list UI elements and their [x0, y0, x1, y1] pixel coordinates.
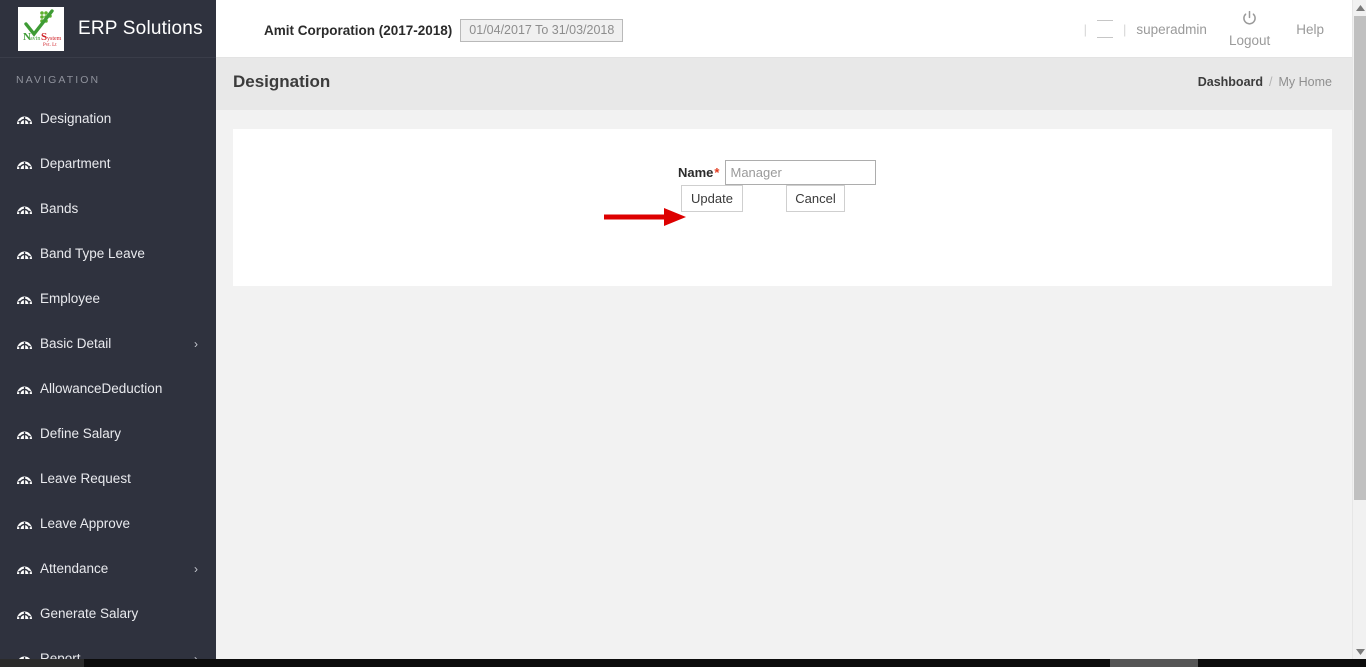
- breadcrumb-separator: /: [1269, 75, 1272, 89]
- dashboard-icon: [16, 426, 38, 442]
- company-block: Amit Corporation (2017-2018) 01/04/2017 …: [264, 19, 623, 42]
- sidebar-item-department[interactable]: Department: [0, 141, 216, 186]
- separator-left: |: [1084, 22, 1087, 37]
- logout-button[interactable]: Logout: [1229, 10, 1270, 48]
- svg-text:avin: avin: [30, 36, 40, 42]
- horizontal-scrollbar[interactable]: [0, 659, 1366, 667]
- svg-text:Pvt. Lt: Pvt. Lt: [43, 43, 57, 48]
- sidebar-item-attendance[interactable]: Attendance ›: [0, 546, 216, 591]
- sidebar-item-label: Band Type Leave: [40, 246, 145, 261]
- dashboard-icon: [16, 246, 38, 262]
- scroll-down-arrow-icon[interactable]: [1353, 644, 1366, 659]
- dashboard-icon: [16, 336, 38, 352]
- topbar: Amit Corporation (2017-2018) 01/04/2017 …: [216, 0, 1352, 58]
- horizontal-scrollbar-thumb-secondary[interactable]: [1110, 659, 1198, 667]
- topbar-user-area: | | superadmin Logout Help: [1082, 0, 1324, 58]
- sidebar-item-label: Define Salary: [40, 426, 121, 441]
- dashboard-icon: [16, 201, 38, 217]
- dashboard-icon: [16, 291, 38, 307]
- breadcrumb: Dashboard / My Home: [1198, 75, 1332, 89]
- sidebar-item-allowancededuction[interactable]: AllowanceDeduction: [0, 366, 216, 411]
- sidebar-item-label: Designation: [40, 111, 111, 126]
- page-header: Designation Dashboard / My Home: [216, 58, 1352, 110]
- sidebar-item-label: Report: [40, 651, 81, 659]
- sidebar: N avin S ystem Pvt. Lt ERP Solutions NAV…: [0, 0, 216, 659]
- horizontal-scrollbar-thumb[interactable]: [0, 659, 84, 667]
- sidebar-item-label: Generate Salary: [40, 606, 138, 621]
- sidebar-item-label: Employee: [40, 291, 100, 306]
- sidebar-item-label: Department: [40, 156, 111, 171]
- dashboard-icon: [16, 516, 38, 532]
- sidebar-item-generate-salary[interactable]: Generate Salary: [0, 591, 216, 636]
- sidebar-item-report[interactable]: Report›: [0, 636, 216, 659]
- breadcrumb-dashboard[interactable]: Dashboard: [1198, 75, 1263, 89]
- content-area: Name * Update Cancel: [216, 110, 1352, 659]
- company-logo-image: N avin S ystem Pvt. Lt: [18, 7, 64, 51]
- name-label: Name: [678, 165, 713, 180]
- sidebar-item-designation[interactable]: Designation: [0, 96, 216, 141]
- svg-text:ystem: ystem: [47, 36, 62, 42]
- designation-form-panel: Name * Update Cancel: [233, 129, 1332, 286]
- sidebar-item-label: Bands: [40, 201, 78, 216]
- sidebar-item-define-salary[interactable]: Define Salary: [0, 411, 216, 456]
- sidebar-menu: Designation Department Bands Band Type L…: [0, 96, 216, 659]
- financial-year-badge[interactable]: 01/04/2017 To 31/03/2018: [460, 19, 623, 42]
- sidebar-item-band-type-leave[interactable]: Band Type Leave: [0, 231, 216, 276]
- sidebar-item-leave-approve[interactable]: Leave Approve: [0, 501, 216, 546]
- name-field-row: Name *: [678, 160, 876, 185]
- dashboard-icon: [16, 381, 38, 397]
- company-name: Amit Corporation (2017-2018): [264, 23, 452, 38]
- dashboard-icon: [16, 111, 38, 127]
- help-link[interactable]: Help: [1296, 22, 1324, 37]
- brand-header[interactable]: N avin S ystem Pvt. Lt ERP Solutions: [0, 0, 216, 58]
- sidebar-item-bands[interactable]: Bands: [0, 186, 216, 231]
- dashboard-icon: [16, 651, 38, 660]
- vertical-scrollbar-thumb[interactable]: [1354, 16, 1366, 500]
- dashboard-icon: [16, 561, 38, 577]
- chevron-right-icon[interactable]: ›: [194, 338, 198, 350]
- cancel-button[interactable]: Cancel: [786, 185, 845, 212]
- vertical-scrollbar[interactable]: [1352, 0, 1366, 659]
- separator-right: |: [1123, 22, 1126, 37]
- power-icon: [1241, 10, 1258, 32]
- dashboard-icon: [16, 156, 38, 172]
- username-label[interactable]: superadmin: [1136, 22, 1207, 37]
- sidebar-item-leave-request[interactable]: Leave Request: [0, 456, 216, 501]
- dashboard-icon: [16, 606, 38, 622]
- dashboard-icon: [16, 471, 38, 487]
- brand-title: ERP Solutions: [78, 18, 203, 40]
- name-input[interactable]: [725, 160, 876, 185]
- chevron-right-icon[interactable]: ›: [194, 563, 198, 575]
- sidebar-item-basic-detail[interactable]: Basic Detail ›: [0, 321, 216, 366]
- sidebar-item-label: Basic Detail: [40, 336, 111, 351]
- sidebar-item-label: AllowanceDeduction: [40, 381, 162, 396]
- erp-application-window: N avin S ystem Pvt. Lt ERP Solutions NAV…: [0, 0, 1366, 667]
- sidebar-item-label: Attendance: [40, 561, 108, 576]
- red-arrow-annotation-icon: [602, 204, 688, 235]
- update-button[interactable]: Update: [681, 185, 743, 212]
- logout-label: Logout: [1229, 33, 1270, 48]
- form-buttons-row: Update Cancel: [681, 185, 845, 212]
- required-asterisk: *: [714, 165, 719, 180]
- breadcrumb-current: My Home: [1279, 75, 1332, 89]
- broken-image-icon: [1093, 17, 1117, 41]
- page-title: Designation: [233, 72, 330, 92]
- scroll-up-arrow-icon[interactable]: [1353, 0, 1366, 15]
- sidebar-item-label: Leave Approve: [40, 516, 130, 531]
- sidebar-item-label: Leave Request: [40, 471, 131, 486]
- sidebar-item-employee[interactable]: Employee: [0, 276, 216, 321]
- navigation-heading: NAVIGATION: [0, 58, 216, 96]
